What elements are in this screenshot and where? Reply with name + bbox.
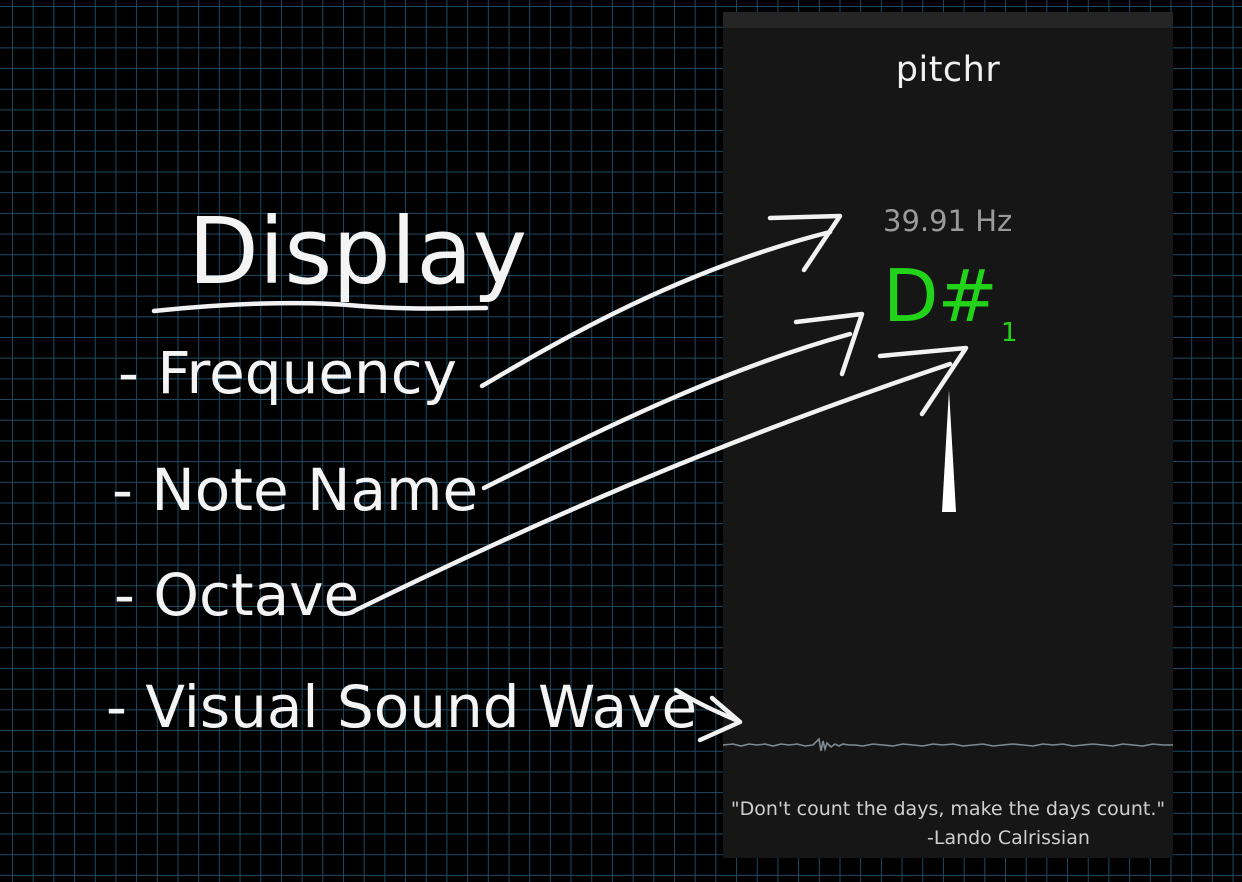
octave-number: 1 [1001,318,1018,348]
status-bar [723,12,1173,28]
tuning-needle-icon [942,390,956,512]
sketch-item-octave: - Octave [114,561,359,629]
note-name: D# [883,254,998,338]
quote-author: -Lando Calrissian [927,827,1090,849]
sound-waveform [723,737,1173,752]
quote-text: "Don't count the days, make the days cou… [730,798,1166,820]
waveform-line [723,737,1173,752]
sketch-item-note-name: - Note Name [112,456,478,524]
frequency-readout: 39.91 Hz [883,204,1013,238]
sketch-item-visual-sound-wave: - Visual Sound Wave [106,673,697,741]
sketch-item-frequency: - Frequency [118,339,457,407]
app-title: pitchr [895,50,1001,90]
sketch-canvas: pitchr 39.91 Hz D# 1 "Don't count the da… [0,0,1242,882]
heading-underline [151,300,489,314]
pitchr-app-panel: pitchr 39.91 Hz D# 1 "Don't count the da… [723,12,1173,858]
sketch-heading: Display [188,198,527,305]
